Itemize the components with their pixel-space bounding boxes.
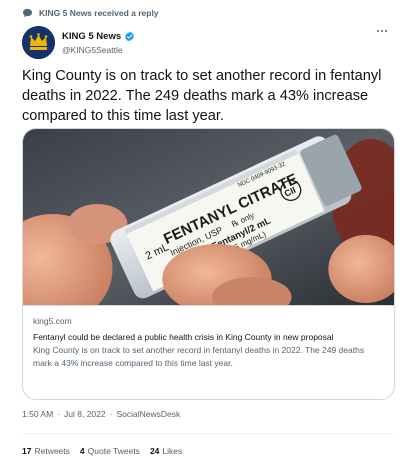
display-name[interactable]: KING 5 News xyxy=(62,31,121,42)
tweet-source[interactable]: SocialNewsDesk xyxy=(116,409,180,419)
card-title: Fentanyl could be declared a public heal… xyxy=(33,332,334,342)
author-handle[interactable]: @KING5Seattle xyxy=(62,45,135,55)
more-options-icon[interactable] xyxy=(375,26,389,36)
king5-crown-logo xyxy=(22,26,55,59)
card-image: NDC 0409-9093-32 2 mL FENTANYL CITRATE I… xyxy=(23,129,394,305)
likes-stat[interactable]: 24 Likes xyxy=(150,446,182,456)
quote-tweets-label: Quote Tweets xyxy=(87,446,140,456)
quote-tweets-stat[interactable]: 4 Quote Tweets xyxy=(80,446,140,456)
link-card[interactable]: NDC 0409-9093-32 2 mL FENTANYL CITRATE I… xyxy=(22,128,395,400)
card-domain: king5.com xyxy=(33,316,72,326)
comment-icon xyxy=(22,8,33,18)
retweets-count: 17 xyxy=(22,446,32,456)
likes-count: 24 xyxy=(149,446,160,456)
tweet-stats: 17 Retweets 4 Quote Tweets 24 Likes xyxy=(22,446,182,456)
likes-label: Likes xyxy=(162,446,183,456)
reply-notice[interactable]: KING 5 News received a reply xyxy=(22,5,159,21)
tweet-meta: 1:50 AM · Jul 8, 2022 · SocialNewsDesk xyxy=(22,409,180,419)
card-description: King County is on track to set another r… xyxy=(33,345,365,368)
tweet-time[interactable]: 1:50 AM xyxy=(22,409,53,419)
reply-notice-text: KING 5 News received a reply xyxy=(39,8,159,18)
tweet-text: King County is on track to set another r… xyxy=(22,68,382,124)
avatar[interactable] xyxy=(22,26,55,59)
verified-badge-icon xyxy=(125,31,134,41)
meta-separator: · xyxy=(57,409,61,419)
quote-tweets-count: 4 xyxy=(79,446,85,456)
tweet-date[interactable]: Jul 8, 2022 xyxy=(64,409,106,419)
retweets-label: Retweets xyxy=(34,446,70,456)
divider xyxy=(22,433,395,434)
meta-separator: · xyxy=(109,409,113,419)
retweets-stat[interactable]: 17 Retweets xyxy=(22,446,70,456)
tweet-author: KING 5 News @KING5Seattle xyxy=(22,26,135,59)
